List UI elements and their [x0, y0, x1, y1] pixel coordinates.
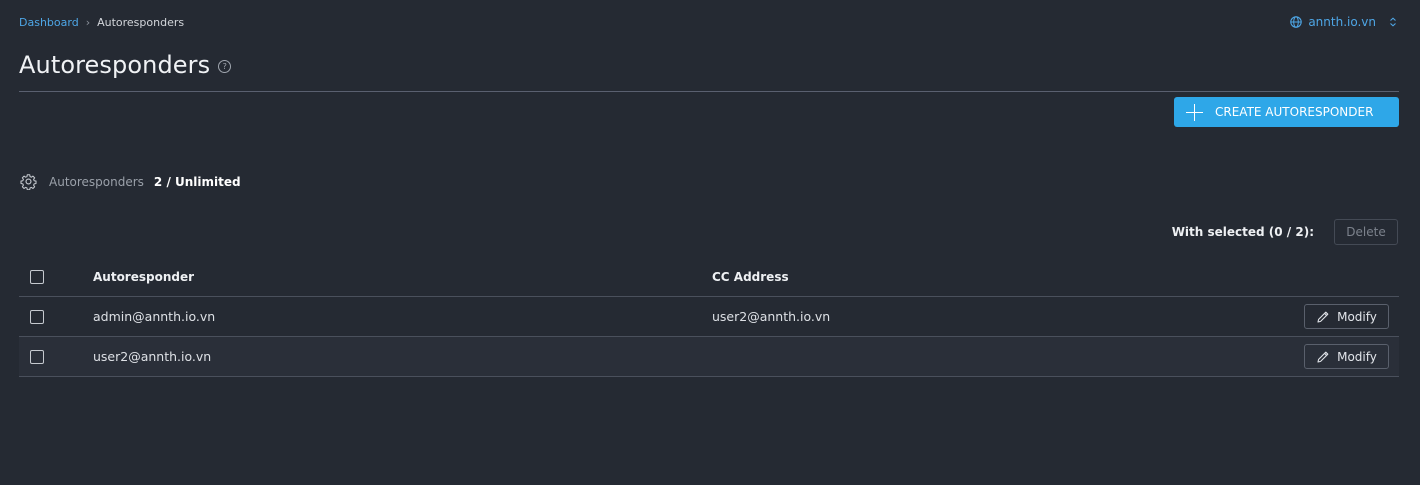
row-checkbox[interactable]	[30, 309, 44, 324]
chevron-updown-icon	[1390, 17, 1396, 27]
domain-selector[interactable]: annth.io.vn	[1290, 15, 1398, 29]
page-title: Autoresponders	[19, 51, 211, 79]
domain-selector-value: annth.io.vn	[1308, 15, 1376, 29]
page-header: Autoresponders ?	[19, 51, 232, 79]
autoresponder-address: admin@annth.io.vn	[93, 309, 216, 324]
create-autoresponder-button[interactable]: CREATE AUTORESPONDER	[1174, 97, 1399, 127]
breadcrumb-current: Autoresponders	[97, 16, 185, 29]
gear-icon	[20, 174, 37, 190]
selection-count: With selected (0 / 2):	[1171, 225, 1314, 239]
delete-button[interactable]: Delete	[1334, 219, 1398, 245]
breadcrumb-separator: ›	[85, 16, 91, 29]
breadcrumb: Dashboard › Autoresponders	[19, 16, 184, 29]
bulk-actions: With selected (0 / 2): Delete	[1172, 219, 1398, 245]
row-checkbox[interactable]	[30, 349, 44, 364]
plus-icon	[1186, 103, 1203, 121]
modify-label: Modify	[1337, 349, 1377, 364]
modify-label: Modify	[1337, 309, 1377, 324]
column-header-autoresponder[interactable]: Autoresponder	[93, 270, 194, 284]
column-header-cc-address[interactable]: CC Address	[712, 270, 789, 284]
table-header: Autoresponder CC Address	[19, 258, 1399, 297]
help-icon[interactable]: ?	[218, 60, 232, 73]
usage-label: Autoresponders	[49, 174, 144, 189]
cc-address: user2@annth.io.vn	[712, 309, 831, 324]
table-row: user2@annth.io.vn Modify	[19, 337, 1399, 377]
autoresponder-table: Autoresponder CC Address admin@annth.io.…	[19, 258, 1399, 377]
autoresponder-address: user2@annth.io.vn	[93, 349, 212, 364]
modify-button[interactable]: Modify	[1304, 304, 1389, 329]
modify-button[interactable]: Modify	[1304, 344, 1389, 369]
pencil-icon	[1317, 351, 1329, 363]
create-autoresponder-label: CREATE AUTORESPONDER	[1215, 105, 1374, 119]
pencil-icon	[1317, 311, 1329, 323]
breadcrumb-dashboard-link[interactable]: Dashboard	[19, 16, 79, 29]
table-row: admin@annth.io.vn user2@annth.io.vn Modi…	[19, 297, 1399, 337]
usage-stats: Autoresponders 2 / Unlimited	[20, 173, 241, 190]
usage-value: 2 / Unlimited	[153, 174, 241, 189]
globe-icon	[1290, 16, 1303, 28]
select-all-checkbox[interactable]	[30, 270, 44, 284]
title-divider	[19, 91, 1399, 92]
